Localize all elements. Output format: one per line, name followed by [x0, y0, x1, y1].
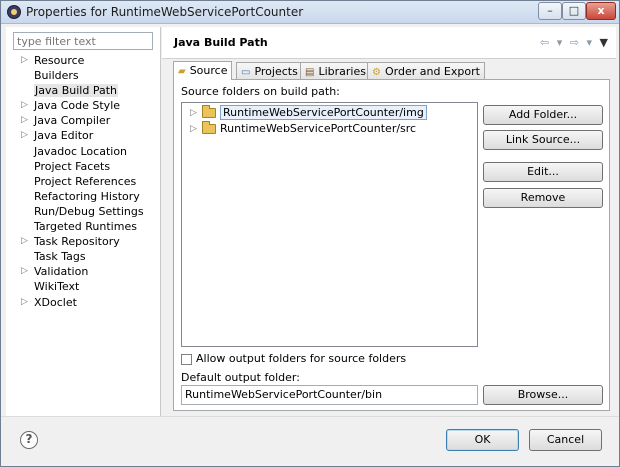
- sidebar-item-task-tags[interactable]: Task Tags: [12, 249, 157, 264]
- default-output-folder-field[interactable]: RuntimeWebServicePortCounter/bin: [181, 385, 478, 405]
- edit-button[interactable]: Edit...: [483, 162, 603, 182]
- eclipse-app-icon: [7, 5, 21, 19]
- sidebar-item-javadoc-location[interactable]: Javadoc Location: [12, 144, 157, 159]
- source-tab-panel: Source folders on build path: ▷ RuntimeW…: [173, 79, 610, 411]
- title-bar[interactable]: Properties for RuntimeWebServicePortCoun…: [1, 1, 619, 24]
- projects-icon: ▭: [241, 67, 251, 78]
- back-dropdown-icon[interactable]: ▾: [557, 36, 563, 49]
- sidebar-item-project-references[interactable]: Project References: [12, 174, 157, 189]
- sidebar-item-label: Project Facets: [34, 159, 111, 173]
- expand-arrow-icon[interactable]: ▷: [21, 53, 28, 68]
- package-folder-icon: [202, 105, 216, 118]
- filter-input[interactable]: [13, 32, 153, 50]
- source-folder-row[interactable]: ▷ RuntimeWebServicePortCounter/src: [182, 121, 416, 137]
- expand-arrow-icon[interactable]: ▷: [21, 264, 28, 279]
- package-folder-icon: [202, 121, 216, 134]
- sidebar-item-wikitext[interactable]: WikiText: [12, 279, 157, 294]
- source-folder-label: RuntimeWebServicePortCounter/src: [220, 122, 417, 135]
- source-folder-icon: ▰: [178, 66, 186, 77]
- sidebar-item-label: XDoclet: [34, 295, 77, 309]
- tab-projects[interactable]: ▭ Projects: [236, 62, 303, 79]
- source-folder-row[interactable]: ▷ RuntimeWebServicePortCounter/img: [182, 105, 427, 121]
- sidebar-item-label: Java Compiler: [34, 114, 111, 128]
- expand-arrow-icon[interactable]: ▷: [21, 98, 28, 113]
- tab-projects-label: Projects: [254, 65, 298, 78]
- expand-arrow-icon[interactable]: ▷: [190, 121, 197, 137]
- tab-source-label: Source: [189, 64, 228, 77]
- expand-arrow-icon[interactable]: ▷: [21, 128, 28, 143]
- close-button[interactable]: x: [586, 2, 616, 20]
- sidebar-item-label: WikiText: [34, 280, 80, 294]
- maximize-button[interactable]: □: [562, 2, 586, 20]
- expand-arrow-icon[interactable]: ▷: [21, 295, 28, 310]
- sidebar-item-builders[interactable]: Builders: [12, 68, 157, 83]
- sidebar-item-label: Targeted Runtimes: [34, 220, 137, 234]
- expand-arrow-icon[interactable]: ▷: [21, 234, 28, 249]
- forward-arrow-icon[interactable]: ⇨: [570, 36, 579, 49]
- browse-button[interactable]: Browse...: [483, 385, 603, 405]
- sidebar-item-label: Validation: [34, 265, 89, 279]
- sidebar-item-project-facets[interactable]: Project Facets: [12, 159, 157, 174]
- help-icon[interactable]: ?: [20, 431, 38, 449]
- sidebar-item-label: Java Editor: [34, 129, 94, 143]
- sidebar-item-validation[interactable]: ▷ Validation: [12, 264, 157, 279]
- dialog-footer: ? OK Cancel: [1, 416, 619, 466]
- tab-libraries[interactable]: ▤ Libraries: [300, 62, 371, 79]
- sidebar-item-task-repository[interactable]: ▷ Task Repository: [12, 234, 157, 249]
- properties-dialog: Properties for RuntimeWebServicePortCoun…: [0, 0, 620, 467]
- sidebar-item-label: Run/Debug Settings: [34, 204, 144, 218]
- order-export-icon: ⚙: [372, 67, 381, 78]
- page-title: Java Build Path: [174, 36, 268, 49]
- forward-dropdown-icon[interactable]: ▾: [587, 36, 593, 49]
- back-arrow-icon[interactable]: ⇦: [540, 36, 549, 49]
- window-title: Properties for RuntimeWebServicePortCoun…: [26, 5, 304, 19]
- sidebar-item-refactoring-history[interactable]: Refactoring History: [12, 189, 157, 204]
- sidebar-item-label: Java Build Path: [34, 84, 119, 98]
- sidebar-item-run-debug-settings[interactable]: Run/Debug Settings: [12, 204, 157, 219]
- view-menu-icon[interactable]: ▼: [600, 36, 608, 49]
- page-nav-toolbar: ⇦ ▾ ⇨ ▾ ▼: [536, 36, 608, 49]
- sidebar-item-java-compiler[interactable]: ▷ Java Compiler: [12, 113, 157, 128]
- property-pages-pane: ▷ Resource BuildersJava Build Path ▷ Java Co…: [6, 27, 161, 416]
- allow-output-folders-label[interactable]: Allow output folders for source folders: [196, 352, 406, 365]
- sidebar-item-xdoclet[interactable]: ▷ XDoclet: [12, 295, 157, 310]
- page-header: Java Build Path ⇦ ▾ ⇨ ▾ ▼: [162, 27, 616, 59]
- sidebar-item-label: Refactoring History: [34, 189, 140, 203]
- ok-button[interactable]: OK: [446, 429, 519, 451]
- tab-source[interactable]: ▰ Source: [173, 61, 233, 80]
- source-folders-tree[interactable]: ▷ RuntimeWebServicePortCounter/img ▷ Run…: [181, 102, 478, 347]
- sidebar-item-label: Java Code Style: [34, 99, 121, 113]
- java-build-path-page: Java Build Path ⇦ ▾ ⇨ ▾ ▼ ▰ Source ▭ Proje…: [162, 27, 616, 416]
- sidebar-item-java-build-path[interactable]: Java Build Path: [12, 83, 157, 98]
- cancel-button[interactable]: Cancel: [529, 429, 602, 451]
- sidebar-item-label: Task Repository: [34, 235, 120, 249]
- minimize-button[interactable]: –: [538, 2, 562, 20]
- remove-button[interactable]: Remove: [483, 188, 603, 208]
- sidebar-item-targeted-runtimes[interactable]: Targeted Runtimes: [12, 219, 157, 234]
- tab-libraries-label: Libraries: [318, 65, 366, 78]
- libraries-icon: ▤: [305, 67, 315, 78]
- sidebar-item-java-code-style[interactable]: ▷ Java Code Style: [12, 98, 157, 113]
- add-folder-button[interactable]: Add Folder...: [483, 105, 603, 125]
- property-pages-tree: ▷ Resource Builders Java Build Path ▷ Java Co…: [12, 53, 157, 310]
- sidebar-item-label: Task Tags: [34, 250, 86, 264]
- expand-arrow-icon[interactable]: ▷: [190, 105, 197, 121]
- link-source-button[interactable]: Link Source...: [483, 130, 603, 150]
- allow-output-folders-checkbox[interactable]: [181, 354, 192, 365]
- default-output-folder-label: Default output folder:: [181, 371, 300, 384]
- sidebar-item-java-editor[interactable]: ▷ Java Editor: [12, 128, 157, 143]
- sidebar-item-label: Project References: [34, 174, 137, 188]
- tab-order-and-export[interactable]: ⚙ Order and Export: [367, 62, 485, 79]
- source-folders-label: Source folders on build path:: [181, 85, 340, 98]
- tab-order-and-export-label: Order and Export: [384, 65, 480, 78]
- source-folder-label: RuntimeWebServicePortCounter/img: [220, 105, 427, 120]
- sidebar-item-resource[interactable]: ▷ Resource: [12, 53, 157, 68]
- sidebar-item-label: Resource: [34, 54, 85, 67]
- sidebar-item-label: Builders: [34, 69, 79, 83]
- expand-arrow-icon[interactable]: ▷: [21, 113, 28, 128]
- sidebar-item-label: Javadoc Location: [34, 144, 128, 158]
